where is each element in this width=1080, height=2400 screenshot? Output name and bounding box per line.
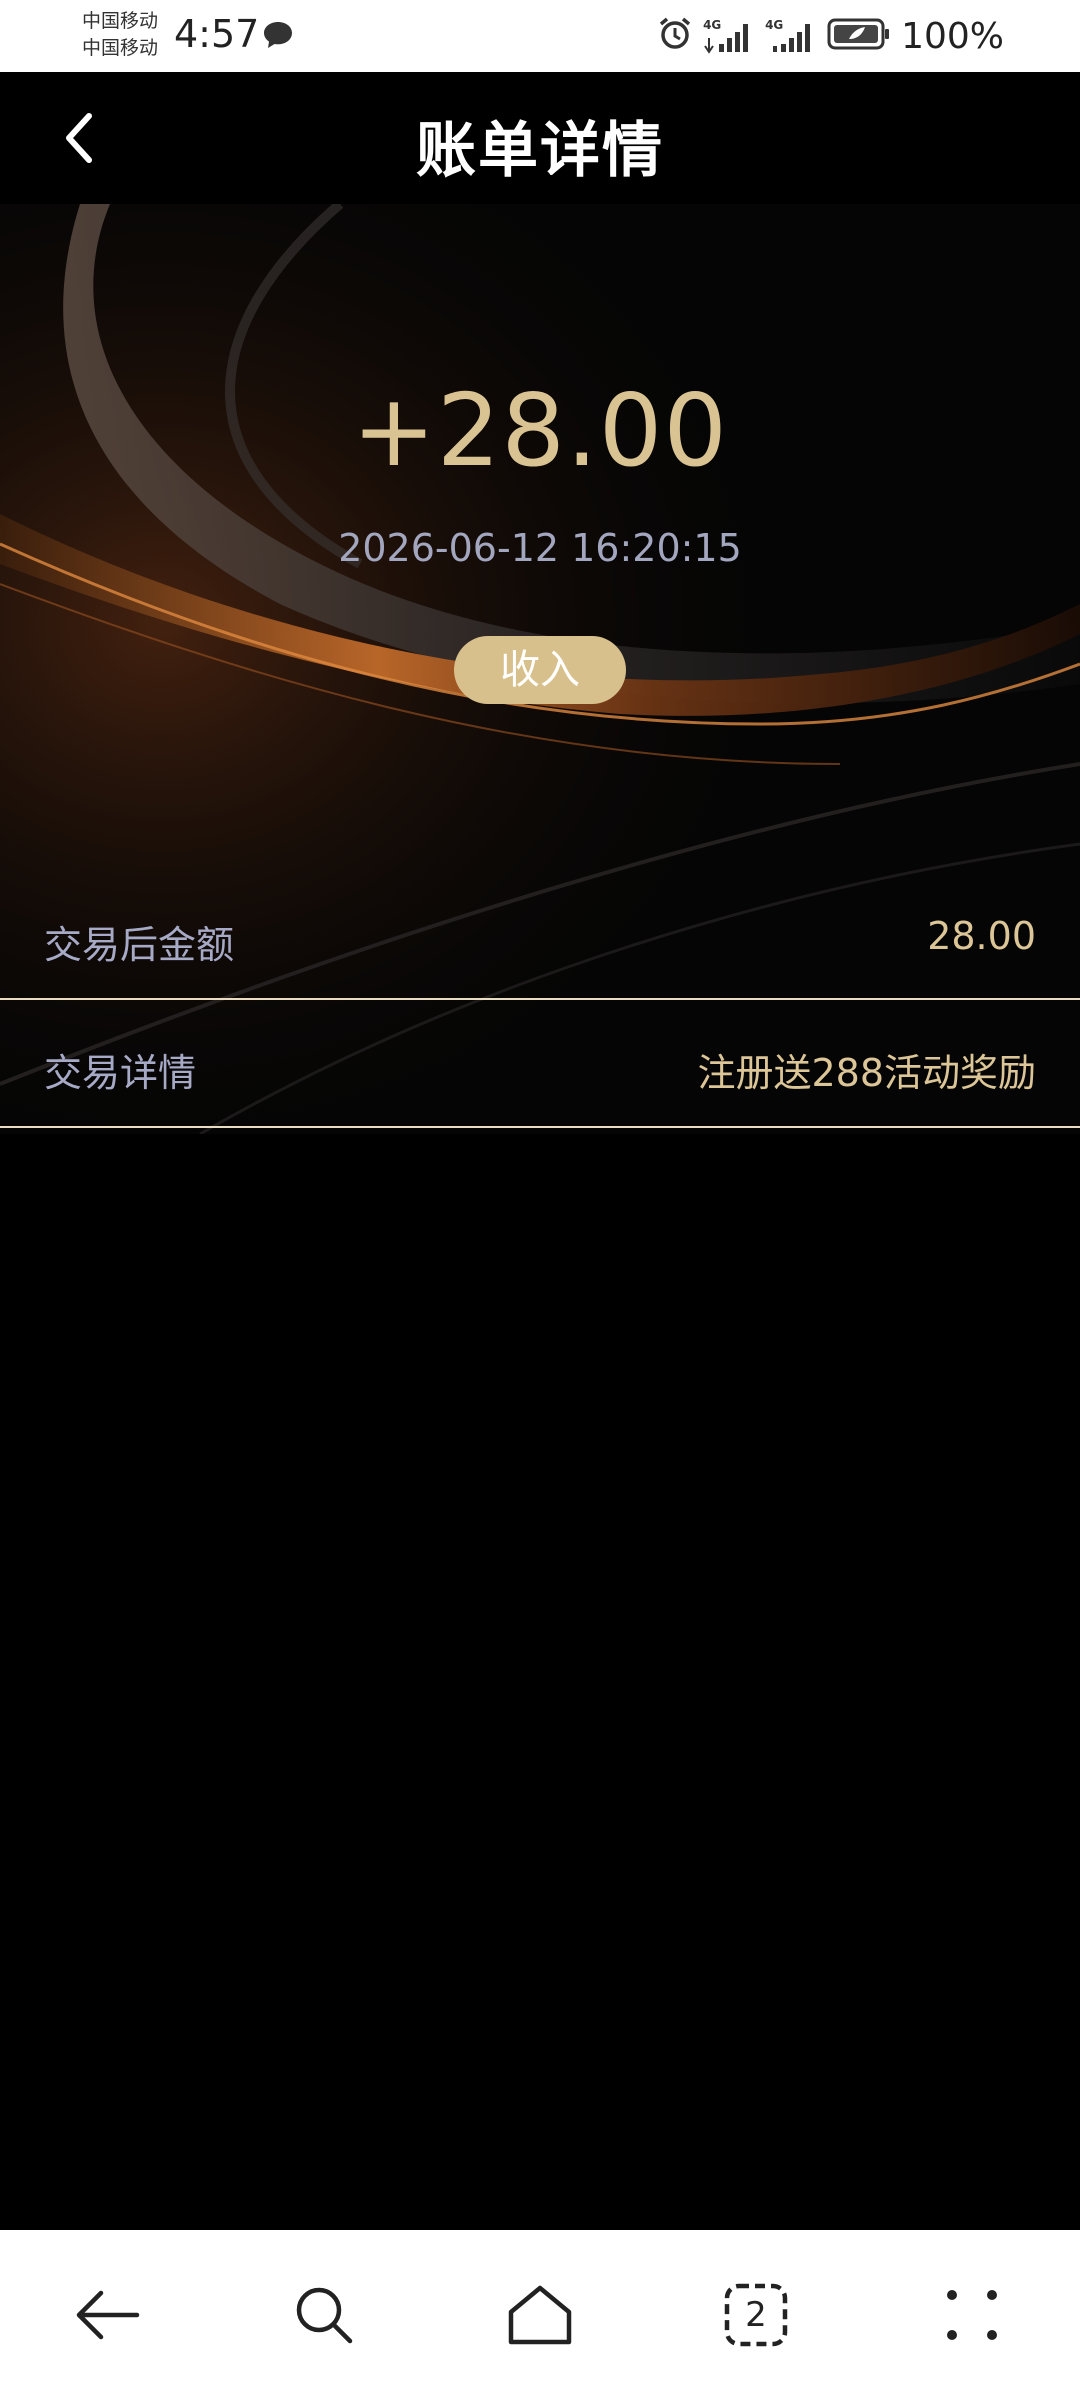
tabs-count: 2 bbox=[745, 2295, 767, 2335]
message-notification-icon bbox=[262, 20, 294, 54]
nav-home-button[interactable] bbox=[432, 2230, 648, 2400]
transaction-amount: +28.00 bbox=[351, 372, 729, 489]
tabs-icon: 2 bbox=[724, 2283, 788, 2347]
battery-icon bbox=[827, 17, 891, 55]
detail-row-balance: 交易后金额 28.00 bbox=[0, 874, 1080, 1000]
battery-percent: 100% bbox=[901, 15, 1004, 57]
nav-menu-button[interactable] bbox=[864, 2230, 1080, 2400]
arrow-left-icon bbox=[76, 2290, 140, 2340]
detail-value: 注册送288活动奖励 bbox=[697, 1051, 1036, 1095]
transaction-type-badge: 收入 bbox=[454, 636, 626, 704]
home-icon bbox=[508, 2285, 572, 2345]
carrier-labels: 中国移动 中国移动 bbox=[82, 8, 158, 62]
menu-dots-icon bbox=[947, 2290, 997, 2340]
carrier-1: 中国移动 bbox=[82, 10, 159, 32]
status-bar: 中国移动 中国移动 4:57 4G 4G 100% bbox=[0, 0, 1080, 72]
bottom-navigation-bar: 2 bbox=[0, 2230, 1080, 2400]
detail-row-description: 交易详情 注册送288活动奖励 bbox=[0, 1002, 1080, 1128]
nav-search-button[interactable] bbox=[216, 2230, 432, 2400]
transaction-datetime: 2026-06-12 16:20:15 bbox=[338, 526, 742, 570]
top-nav-bar: 账单详情 bbox=[0, 72, 1080, 204]
status-indicators: 4G 4G 100% bbox=[657, 14, 1004, 58]
status-time: 4:57 bbox=[174, 12, 260, 56]
alarm-icon bbox=[657, 16, 693, 56]
nav-back-button[interactable] bbox=[0, 2230, 216, 2400]
detail-label: 交易后金额 bbox=[44, 923, 235, 967]
search-icon bbox=[296, 2287, 353, 2344]
page-title: 账单详情 bbox=[416, 116, 664, 186]
nav-tabs-button[interactable]: 2 bbox=[648, 2230, 864, 2400]
signal-4g-icon-2: 4G bbox=[765, 18, 817, 54]
carrier-2: 中国移动 bbox=[82, 37, 159, 59]
signal-4g-icon-1: 4G bbox=[703, 18, 755, 54]
detail-label: 交易详情 bbox=[44, 1051, 197, 1095]
detail-value: 28.00 bbox=[927, 914, 1036, 958]
